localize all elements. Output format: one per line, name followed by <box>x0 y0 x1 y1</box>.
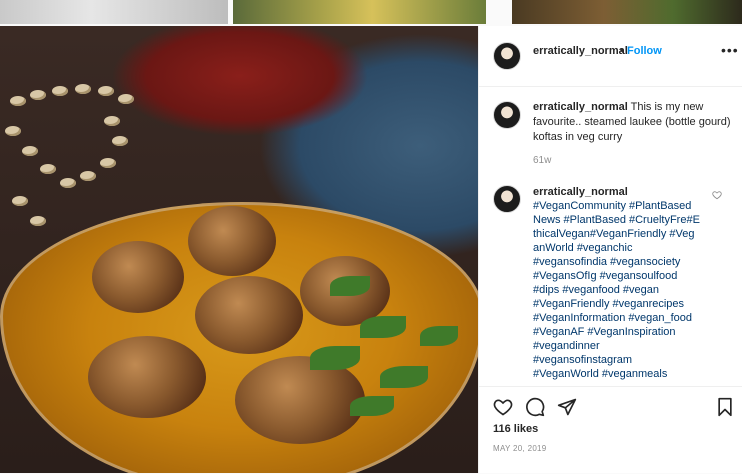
coriander-garnish <box>380 366 428 388</box>
kofta <box>188 206 276 276</box>
kofta <box>92 241 184 313</box>
coriander-garnish <box>350 396 394 416</box>
follow-button[interactable]: Follow <box>627 45 662 57</box>
share-icon[interactable] <box>557 397 577 417</box>
related-posts-strip <box>0 0 742 26</box>
more-options-icon[interactable]: ••• <box>721 42 739 58</box>
caption-time[interactable]: 61w <box>533 155 551 166</box>
coriander-garnish <box>310 346 360 370</box>
heart-icon[interactable] <box>493 397 513 417</box>
coriander-garnish <box>330 276 370 296</box>
kofta <box>195 276 303 354</box>
caption: erratically_normal This is my new favour… <box>533 100 731 145</box>
post-header: erratically_normal • Follow ••• <box>479 26 742 87</box>
kofta <box>235 356 365 444</box>
caption-avatar[interactable] <box>493 101 521 129</box>
post-date: MAY 20, 2019 <box>493 444 547 453</box>
post-side-panel: erratically_normal • Follow ••• erratica… <box>478 26 742 473</box>
likes-count[interactable]: 116 likes <box>493 423 538 435</box>
coriander-garnish <box>360 316 406 338</box>
comment-username[interactable]: erratically_normal <box>533 186 628 198</box>
post-username[interactable]: erratically_normal <box>533 45 628 57</box>
coriander-garnish <box>420 326 458 346</box>
comment-hashtags[interactable]: #VeganCommunity #PlantBased News #PlantB… <box>533 199 723 381</box>
caption-username[interactable]: erratically_normal <box>533 101 628 113</box>
related-post-thumbnail[interactable] <box>512 0 742 24</box>
separator-dot: • <box>620 45 624 57</box>
related-post-thumbnail[interactable] <box>233 0 486 24</box>
post-photo[interactable] <box>0 26 478 473</box>
avatar[interactable] <box>493 42 521 70</box>
related-post-thumbnail[interactable] <box>0 0 228 24</box>
bookmark-icon[interactable] <box>715 397 735 417</box>
comment-icon[interactable] <box>525 397 545 417</box>
kofta <box>88 336 206 418</box>
comment-avatar[interactable] <box>493 185 521 213</box>
